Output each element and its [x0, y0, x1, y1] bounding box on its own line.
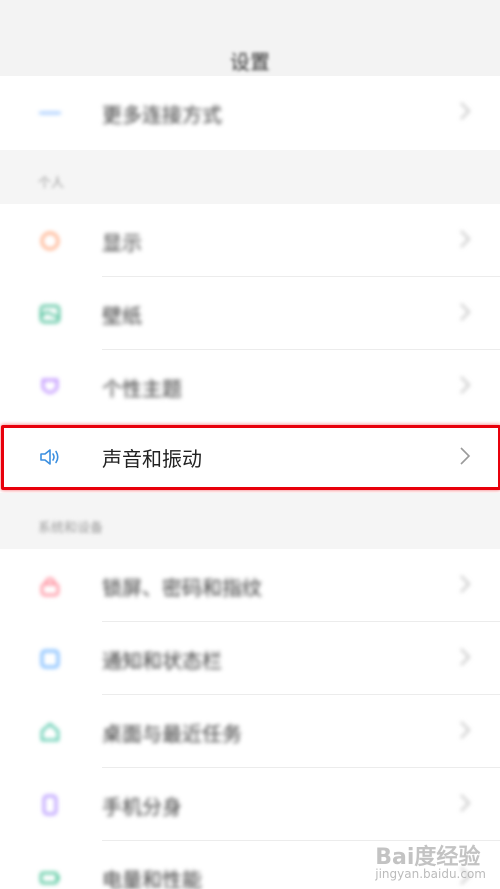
chevron-right-icon [460, 721, 471, 739]
sound-vibration-icon [40, 449, 59, 465]
section-header-personal: 个人 [0, 150, 500, 204]
theme-icon [41, 378, 59, 394]
section-header-system: 系统和设备 [0, 493, 500, 549]
settings-item-sound-vibration[interactable]: 声音和振动 [0, 421, 500, 493]
watermark-sub: jingyan.baidu.com [375, 867, 486, 881]
wallpaper-icon [39, 304, 61, 324]
settings-item-more-connections[interactable]: 更多连接方式 [0, 76, 500, 148]
settings-item-label: 电量和性能 [102, 868, 202, 889]
home-icon [40, 722, 60, 742]
page-title: 设置 [230, 50, 270, 74]
settings-item-display[interactable]: 显示 [0, 204, 500, 276]
display-icon [40, 231, 60, 251]
settings-item-label: 显示 [102, 231, 142, 255]
settings-item-wallpaper[interactable]: 壁纸 [0, 277, 500, 349]
settings-item-home[interactable]: 桌面与最近任务 [0, 695, 500, 767]
chevron-right-icon [460, 648, 471, 666]
settings-item-lock-screen[interactable]: 锁屏、密码和指纹 [0, 549, 500, 621]
baidu-jingyan-watermark: Bai度经验 jingyan.baidu.com [375, 839, 486, 881]
chevron-right-icon [460, 102, 471, 120]
battery-icon [39, 871, 60, 885]
chevron-right-icon [460, 230, 471, 248]
chevron-right-icon [460, 447, 471, 465]
settings-item-label: 通知和状态栏 [102, 649, 222, 673]
chevron-right-icon [460, 376, 471, 394]
settings-item-phone-clone[interactable]: 手机分身 [0, 768, 500, 840]
phone-clone-icon [42, 794, 58, 816]
settings-item-label: 手机分身 [102, 795, 182, 819]
settings-item-label: 个性主题 [102, 377, 182, 401]
settings-item-theme[interactable]: 个性主题 [0, 350, 500, 422]
notification-icon [40, 649, 60, 669]
settings-screen: 设置 更多连接方式 个人 显示 壁纸 个性主题 声音和振动 系统和设备 锁屏、密… [0, 0, 500, 889]
settings-item-notification[interactable]: 通知和状态栏 [0, 622, 500, 694]
chevron-right-icon [460, 575, 471, 593]
more-connections-icon [39, 112, 61, 114]
settings-item-label: 锁屏、密码和指纹 [102, 576, 262, 600]
settings-item-label: 更多连接方式 [102, 103, 222, 127]
section-label: 个人 [38, 176, 65, 191]
settings-item-label: 声音和振动 [102, 447, 202, 471]
settings-item-label: 壁纸 [102, 304, 142, 328]
section-label: 系统和设备 [38, 521, 104, 536]
settings-item-label: 桌面与最近任务 [102, 722, 242, 746]
chevron-right-icon [460, 303, 471, 321]
chevron-right-icon [460, 794, 471, 812]
lock-icon [40, 577, 60, 597]
